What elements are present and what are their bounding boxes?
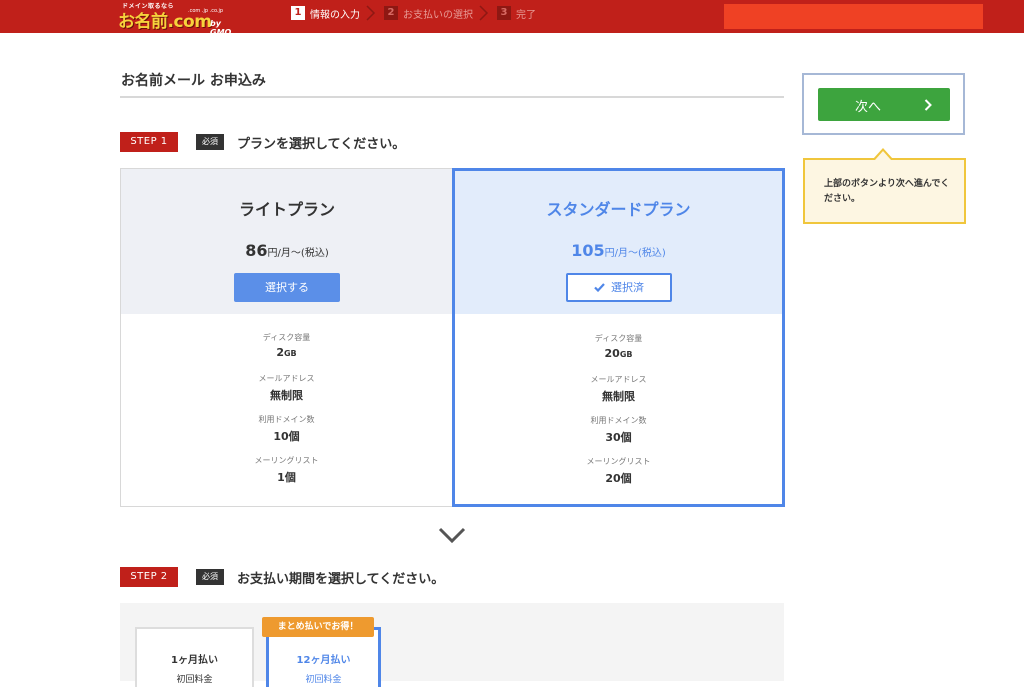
logo-gmo: by GMO xyxy=(210,19,232,37)
period-sub: 初回料金 xyxy=(176,675,213,685)
plan-lite-spec-disk: ディスク容量 2GB xyxy=(120,332,453,359)
spec-value-unit: GB xyxy=(619,350,633,359)
period-title: 12ヶ月払い xyxy=(296,655,351,666)
plan-standard-price-unit: 円/月～(税込) xyxy=(604,248,666,259)
spec-label: ディスク容量 xyxy=(594,334,643,343)
selected-standard-button[interactable]: 選択済 xyxy=(566,273,672,302)
plan-standard-spec-domains: 利用ドメイン数 30個 xyxy=(455,415,782,445)
next-button-panel: 次へ xyxy=(802,73,965,135)
period-sub: 初回料金 xyxy=(305,675,342,685)
selected-label: 選択済 xyxy=(611,281,644,294)
step1-badge: STEP 1 xyxy=(120,132,178,152)
logo-tlds: .com .jp .co.jp xyxy=(188,8,224,14)
plan-lite-price-unit: 円/月～(税込) xyxy=(267,248,329,259)
spec-label: メーリングリスト xyxy=(586,457,651,466)
spec-label: メーリングリスト xyxy=(254,456,319,465)
header-banner xyxy=(724,4,983,29)
spec-label: メールアドレス xyxy=(590,375,647,384)
spec-value: 1個 xyxy=(277,471,296,484)
plan-card-standard[interactable]: スタンダードプラン 105円/月～(税込) 選択済 ディスク容量 20GB メー… xyxy=(452,168,785,507)
spec-value-unit: GB xyxy=(283,349,297,358)
hint-tooltip: 上部のボタンより次へ進んでください。 xyxy=(803,158,966,224)
step-1-label: 情報の入力 xyxy=(310,9,360,21)
step1-title: プランを選択してください。 xyxy=(237,137,406,152)
period-title: 1ヶ月払い xyxy=(171,655,218,666)
step2-badge: STEP 2 xyxy=(120,567,178,587)
step2-required-badge: 必須 xyxy=(196,569,224,585)
plan-lite-spec-mail: メールアドレス 無制限 xyxy=(120,373,453,403)
chevron-right-icon xyxy=(362,5,382,21)
page-title: お名前メール お申込み xyxy=(121,73,266,89)
plan-standard-spec-lists: メーリングリスト 20個 xyxy=(455,456,782,486)
spec-value-number: 2 xyxy=(276,346,284,359)
spec-value: 無制限 xyxy=(602,390,635,403)
plan-lite-spec-lists: メーリングリスト 1個 xyxy=(120,455,453,485)
plan-lite-header: ライトプラン 86円/月～(税込) 選択する xyxy=(121,169,453,314)
chevron-down-icon xyxy=(438,527,466,544)
chevron-right-icon xyxy=(475,5,495,21)
plan-card-lite[interactable]: ライトプラン 86円/月～(税込) 選択する ディスク容量 2GB メールアドレ… xyxy=(120,168,453,507)
checkmark-icon xyxy=(594,282,605,292)
plan-lite-name: ライトプラン xyxy=(238,200,335,219)
spec-label: ディスク容量 xyxy=(262,333,311,342)
step1-required-badge: 必須 xyxy=(196,134,224,150)
chevron-right-icon xyxy=(924,99,932,111)
spec-value: 20個 xyxy=(605,472,632,485)
progress-steps: 1 情報の入力 2 お支払いの選択 3 完了 xyxy=(291,5,536,21)
title-divider xyxy=(120,96,784,98)
plan-standard-price-value: 105 xyxy=(571,241,605,260)
spec-value: 30個 xyxy=(605,431,632,444)
onamae-logo[interactable]: ドメイン取るなら お名前.com .com .jp .co.jp by GMO xyxy=(118,1,242,37)
plan-standard-price: 105円/月～(税込) xyxy=(455,241,782,260)
step-1-number: 1 xyxy=(291,6,305,20)
plan-lite-price-value: 86 xyxy=(245,241,268,260)
plan-standard-spec-mail: メールアドレス 無制限 xyxy=(455,374,782,404)
spec-label: 利用ドメイン数 xyxy=(590,416,647,425)
tooltip-arrow-fill xyxy=(875,151,891,160)
spec-value-number: 20 xyxy=(604,347,620,360)
next-button-label: 次へ xyxy=(854,100,881,115)
top-header: ドメイン取るなら お名前.com .com .jp .co.jp by GMO … xyxy=(0,0,1024,37)
spec-value: 10個 xyxy=(273,430,300,443)
spec-value: 2GB xyxy=(120,346,453,359)
plan-lite-price: 86円/月～(税込) xyxy=(121,241,453,260)
spec-value: 20GB xyxy=(455,347,782,360)
spec-label: 利用ドメイン数 xyxy=(258,415,315,424)
step-3-label: 完了 xyxy=(516,9,536,21)
step2-title: お支払い期間を選択してください。 xyxy=(237,572,445,587)
period-option-1-month[interactable]: 1ヶ月払い 初回料金 xyxy=(135,627,254,687)
plan-standard-header: スタンダードプラン 105円/月～(税込) 選択済 xyxy=(455,171,782,314)
plan-standard-name: スタンダードプラン xyxy=(546,200,691,219)
hint-text: 上部のボタンより次へ進んでください。 xyxy=(824,179,950,204)
plan-standard-spec-disk: ディスク容量 20GB xyxy=(455,333,782,360)
step-3-number: 3 xyxy=(497,6,511,20)
next-button[interactable]: 次へ xyxy=(818,88,950,121)
step-2-label: お支払いの選択 xyxy=(403,9,473,21)
plan-lite-spec-domains: 利用ドメイン数 10個 xyxy=(120,414,453,444)
step-2-number: 2 xyxy=(384,6,398,20)
bundle-deal-tag: まとめ払いでお得！ xyxy=(262,617,374,637)
spec-label: メールアドレス xyxy=(258,374,315,383)
spec-value: 無制限 xyxy=(270,389,303,402)
select-lite-button[interactable]: 選択する xyxy=(234,273,340,302)
